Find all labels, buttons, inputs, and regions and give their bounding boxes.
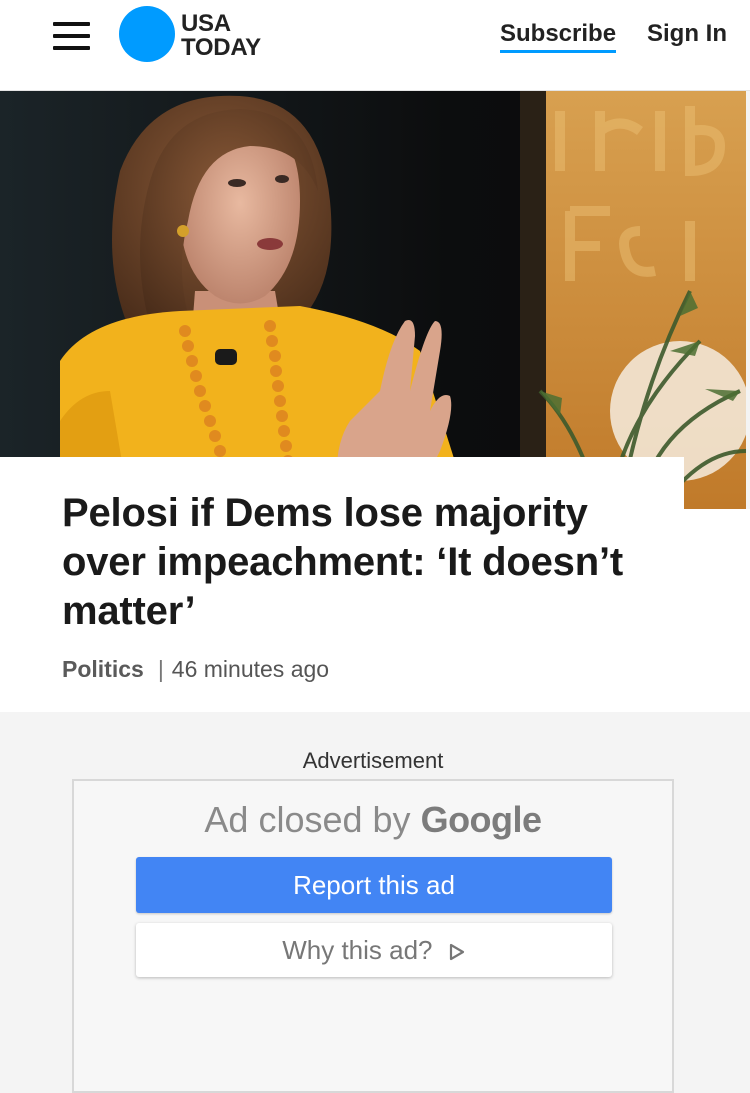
report-ad-button[interactable]: Report this ad: [136, 857, 612, 913]
logo-line-1: USA: [181, 10, 231, 37]
menu-bar: [53, 34, 90, 38]
ad-closed-text: Ad closed by: [204, 799, 411, 840]
sign-in-link[interactable]: Sign In: [647, 20, 727, 48]
usa-today-logo[interactable]: USA TODAY: [119, 6, 289, 64]
hamburger-menu-icon[interactable]: [53, 22, 90, 50]
ad-closed-message: Ad closed by Google: [74, 799, 672, 841]
google-logo-text: Google: [420, 799, 543, 840]
advertisement-label: Advertisement: [302, 748, 444, 773]
article-meta: Politics | 46 minutes ago: [62, 656, 329, 683]
subscribe-link[interactable]: Subscribe: [500, 20, 617, 53]
article-timestamp: 46 minutes ago: [171, 656, 330, 682]
menu-bar: [53, 46, 90, 50]
hero-photo: [0, 91, 746, 509]
section-link[interactable]: Politics: [62, 656, 144, 682]
hero-image[interactable]: [0, 91, 746, 509]
why-this-ad-label: Why this ad?: [282, 935, 433, 965]
meta-separator: |: [157, 656, 164, 682]
logo-text: USA TODAY: [181, 12, 261, 60]
menu-bar: [53, 22, 90, 26]
headline-card[interactable]: Pelosi if Dems lose majority over impeac…: [0, 457, 684, 712]
article-headline[interactable]: Pelosi if Dems lose majority over impeac…: [62, 489, 662, 636]
logo-dot: [119, 6, 175, 62]
site-header: USA TODAY Subscribe Sign In: [0, 0, 750, 91]
card-side-fill: [684, 509, 750, 712]
play-triangle-icon: [449, 944, 464, 961]
logo-line-2: TODAY: [181, 34, 261, 61]
why-this-ad-button[interactable]: Why this ad?: [136, 923, 612, 977]
ad-container: Ad closed by Google Report this ad Why t…: [72, 779, 674, 1093]
